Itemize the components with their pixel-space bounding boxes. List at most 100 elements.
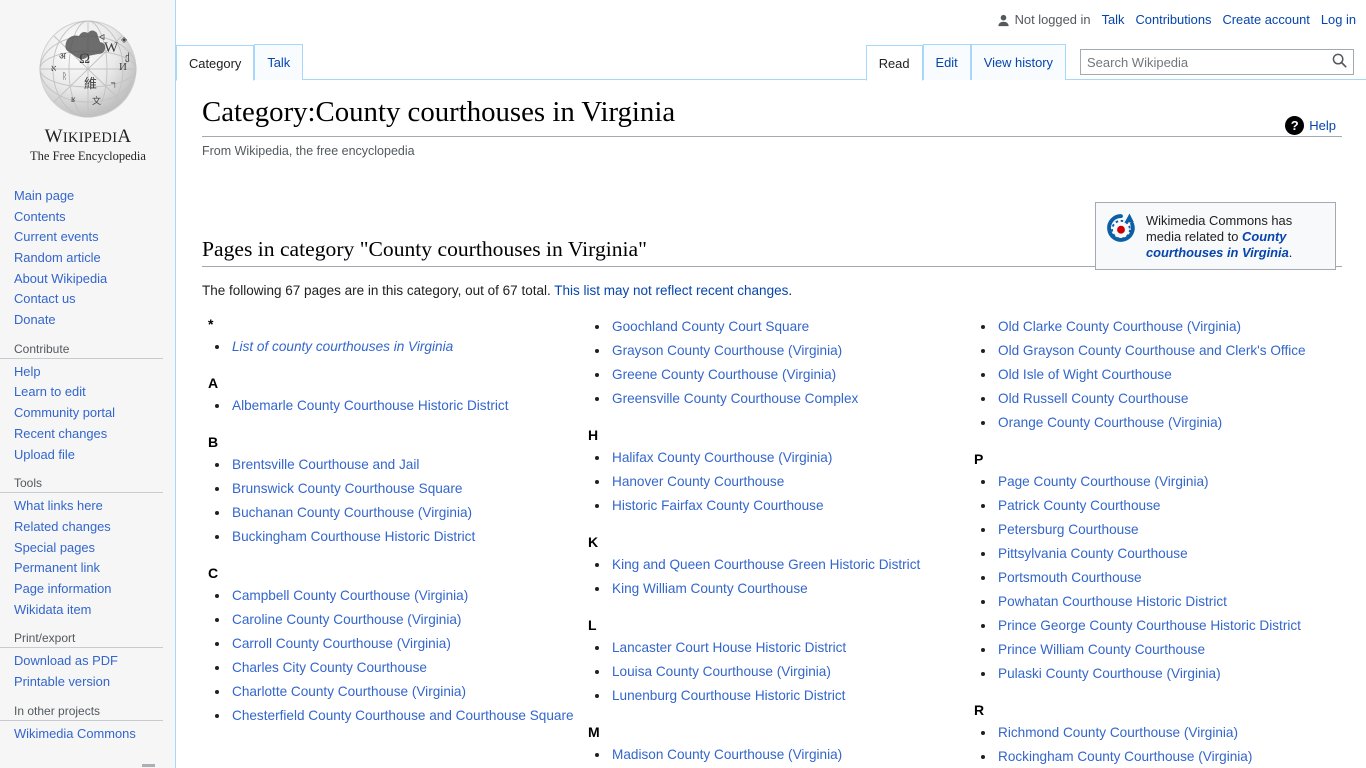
category-page-link[interactable]: Powhatan Courthouse Historic District	[998, 594, 1227, 609]
category-page-link[interactable]: Grayson County Courthouse (Virginia)	[612, 343, 842, 358]
category-page-link[interactable]: Old Russell County Courthouse	[998, 391, 1188, 406]
sidebar-item-help[interactable]: Help	[0, 362, 175, 383]
wikipedia-logo-block[interactable]: Ω W И 維 अ ᚱ ר 文 ʁ ქ א ᐊ ◈ WIKIPEDIA The …	[0, 0, 176, 164]
category-page-link[interactable]: Historic Fairfax County Courthouse	[612, 498, 824, 513]
sidebar-item-main-page[interactable]: Main page	[0, 186, 175, 207]
list-item: Portsmouth Courthouse	[996, 566, 1342, 590]
category-page-link[interactable]: Orange County Courthouse (Virginia)	[998, 415, 1222, 430]
category-page-link[interactable]: Brunswick County Courthouse Square	[232, 481, 462, 496]
category-page-link[interactable]: Charlotte County Courthouse (Virginia)	[232, 684, 466, 699]
commons-sister-box: Wikimedia Commons has media related to C…	[1095, 202, 1336, 270]
category-page-link[interactable]: Patrick County Courthouse	[998, 498, 1160, 513]
help-label[interactable]: Help	[1309, 118, 1336, 133]
wordmark-part-3: A	[117, 126, 132, 147]
search-box[interactable]	[1080, 49, 1354, 75]
sidebar-item-wikidata-item[interactable]: Wikidata item	[0, 600, 175, 621]
category-page-list: Albemarle County Courthouse Historic Dis…	[202, 394, 582, 418]
sidebar-item-donate[interactable]: Donate	[0, 310, 175, 331]
category-page-link[interactable]: Richmond County Courthouse (Virginia)	[998, 725, 1238, 740]
sidebar-item-download-as-pdf[interactable]: Download as PDF	[0, 651, 175, 672]
tab-edit[interactable]: Edit	[922, 44, 971, 80]
category-page-link[interactable]: Goochland County Court Square	[612, 319, 809, 334]
svg-text:ᚱ: ᚱ	[62, 71, 67, 81]
recent-changes-link[interactable]: This list may not reflect recent changes	[554, 283, 788, 298]
sidebar-group-list: Wikimedia Commons	[0, 724, 175, 745]
sidebar-item-current-events[interactable]: Current events	[0, 227, 175, 248]
category-page-link[interactable]: Albemarle County Courthouse Historic Dis…	[232, 398, 509, 413]
sidebar-group-list: Help Learn to edit Community portal Recent …	[0, 362, 175, 465]
category-page-link[interactable]: Prince William County Courthouse	[998, 642, 1205, 657]
sidebar-item-printable-version[interactable]: Printable version	[0, 672, 175, 693]
list-item: Albemarle County Courthouse Historic Dis…	[230, 394, 582, 418]
category-page-link[interactable]: Halifax County Courthouse (Virginia)	[612, 450, 832, 465]
category-page-link[interactable]: Campbell County Courthouse (Virginia)	[232, 588, 468, 603]
sidebar-list-item: Contact us	[0, 289, 175, 310]
sidebar-item-upload-file[interactable]: Upload file	[0, 444, 175, 465]
category-page-link[interactable]: Buckingham Courthouse Historic District	[232, 529, 475, 544]
list-item: Brunswick County Courthouse Square	[230, 477, 582, 501]
category-page-link[interactable]: Pittsylvania County Courthouse	[998, 546, 1188, 561]
category-page-link[interactable]: Caroline County Courthouse (Virginia)	[232, 612, 461, 627]
category-page-link[interactable]: King William County Courthouse	[612, 581, 808, 596]
category-page-link[interactable]: Old Grayson County Courthouse and Clerk'…	[998, 343, 1306, 358]
category-page-link[interactable]: List of county courthouses in Virginia	[232, 339, 453, 354]
sidebar-item-permanent-link[interactable]: Permanent link	[0, 558, 175, 579]
sidebar-item-wikimedia-commons[interactable]: Wikimedia Commons	[0, 724, 175, 745]
category-page-link[interactable]: Hanover County Courthouse	[612, 474, 784, 489]
category-page-link[interactable]: Old Isle of Wight Courthouse	[998, 367, 1172, 382]
tab-read[interactable]: Read	[865, 45, 923, 81]
list-item: Lancaster Court House Historic District	[610, 636, 968, 660]
sidebar-item-page-information[interactable]: Page information	[0, 579, 175, 600]
list-item: Old Grayson County Courthouse and Clerk'…	[996, 339, 1342, 363]
sidebar-item-community-portal[interactable]: Community portal	[0, 403, 175, 424]
sidebar-item-contact-us[interactable]: Contact us	[0, 289, 175, 310]
category-page-link[interactable]: Charles City County Courthouse	[232, 660, 427, 675]
sidebar-item-what-links-here[interactable]: What links here	[0, 496, 175, 517]
search-button[interactable]	[1325, 50, 1353, 74]
sidebar-list-item: Permanent link	[0, 558, 175, 579]
list-item: Historic Fairfax County Courthouse	[610, 494, 968, 518]
category-page-link[interactable]: Brentsville Courthouse and Jail	[232, 457, 419, 472]
category-page-link[interactable]: Old Clarke County Courthouse (Virginia)	[998, 319, 1241, 334]
category-page-link[interactable]: Portsmouth Courthouse	[998, 570, 1142, 585]
category-letter-heading: P	[974, 451, 984, 468]
sidebar-item-contents[interactable]: Contents	[0, 207, 175, 228]
category-page-link[interactable]: Greensville County Courthouse Complex	[612, 391, 858, 406]
help-icon: ?	[1285, 116, 1305, 135]
list-item: Halifax County Courthouse (Virginia)	[610, 446, 968, 470]
category-page-link[interactable]: Petersburg Courthouse	[998, 522, 1139, 537]
sidebar-list-item: Page information	[0, 579, 175, 600]
svg-text:Ω: Ω	[79, 51, 90, 67]
category-page-link[interactable]: Lancaster Court House Historic District	[612, 640, 846, 655]
category-page-link[interactable]: Page County Courthouse (Virginia)	[998, 474, 1209, 489]
category-column: * List of county courthouses in Virginia A…	[202, 315, 582, 768]
help-link[interactable]: ? Help	[1285, 116, 1336, 135]
sidebar-item-about-wikipedia[interactable]: About Wikipedia	[0, 269, 175, 290]
category-page-link[interactable]: Madison County Courthouse (Virginia)	[612, 747, 842, 762]
category-page-link[interactable]: Prince George County Courthouse Historic…	[998, 618, 1301, 633]
tab-talk[interactable]: Talk	[254, 44, 304, 80]
tab-view-history[interactable]: View history	[970, 44, 1066, 80]
sidebar-bottom-icon	[140, 760, 158, 768]
category-page-link[interactable]: King and Queen Courthouse Green Historic…	[612, 557, 920, 572]
tab-category[interactable]: Category	[176, 45, 255, 81]
sidebar-item-recent-changes[interactable]: Recent changes	[0, 424, 175, 445]
category-letter-heading: B	[208, 434, 219, 451]
category-page-link[interactable]: Buchanan County Courthouse (Virginia)	[232, 505, 472, 520]
category-letter-heading: R	[974, 702, 985, 719]
list-item: Hanover County Courthouse	[610, 470, 968, 494]
category-page-link[interactable]: Carroll County Courthouse (Virginia)	[232, 636, 451, 651]
category-page-link[interactable]: Louisa County Courthouse (Virginia)	[612, 664, 831, 679]
sidebar-item-related-changes[interactable]: Related changes	[0, 517, 175, 538]
list-item: King William County Courthouse	[610, 577, 968, 601]
category-page-link[interactable]: Chesterfield County Courthouse and Court…	[232, 708, 574, 723]
search-input[interactable]	[1081, 54, 1325, 70]
sidebar-item-special-pages[interactable]: Special pages	[0, 538, 175, 559]
category-page-link[interactable]: Pulaski County Courthouse (Virginia)	[998, 666, 1221, 681]
category-page-link[interactable]: Lunenburg Courthouse Historic District	[612, 688, 845, 703]
sidebar-item-random-article[interactable]: Random article	[0, 248, 175, 269]
category-page-link[interactable]: Greene County Courthouse (Virginia)	[612, 367, 836, 382]
sidebar-item-learn-to-edit[interactable]: Learn to edit	[0, 382, 175, 403]
category-page-link[interactable]: Rockingham County Courthouse (Virginia)	[998, 749, 1252, 764]
list-item: Caroline County Courthouse (Virginia)	[230, 608, 582, 632]
